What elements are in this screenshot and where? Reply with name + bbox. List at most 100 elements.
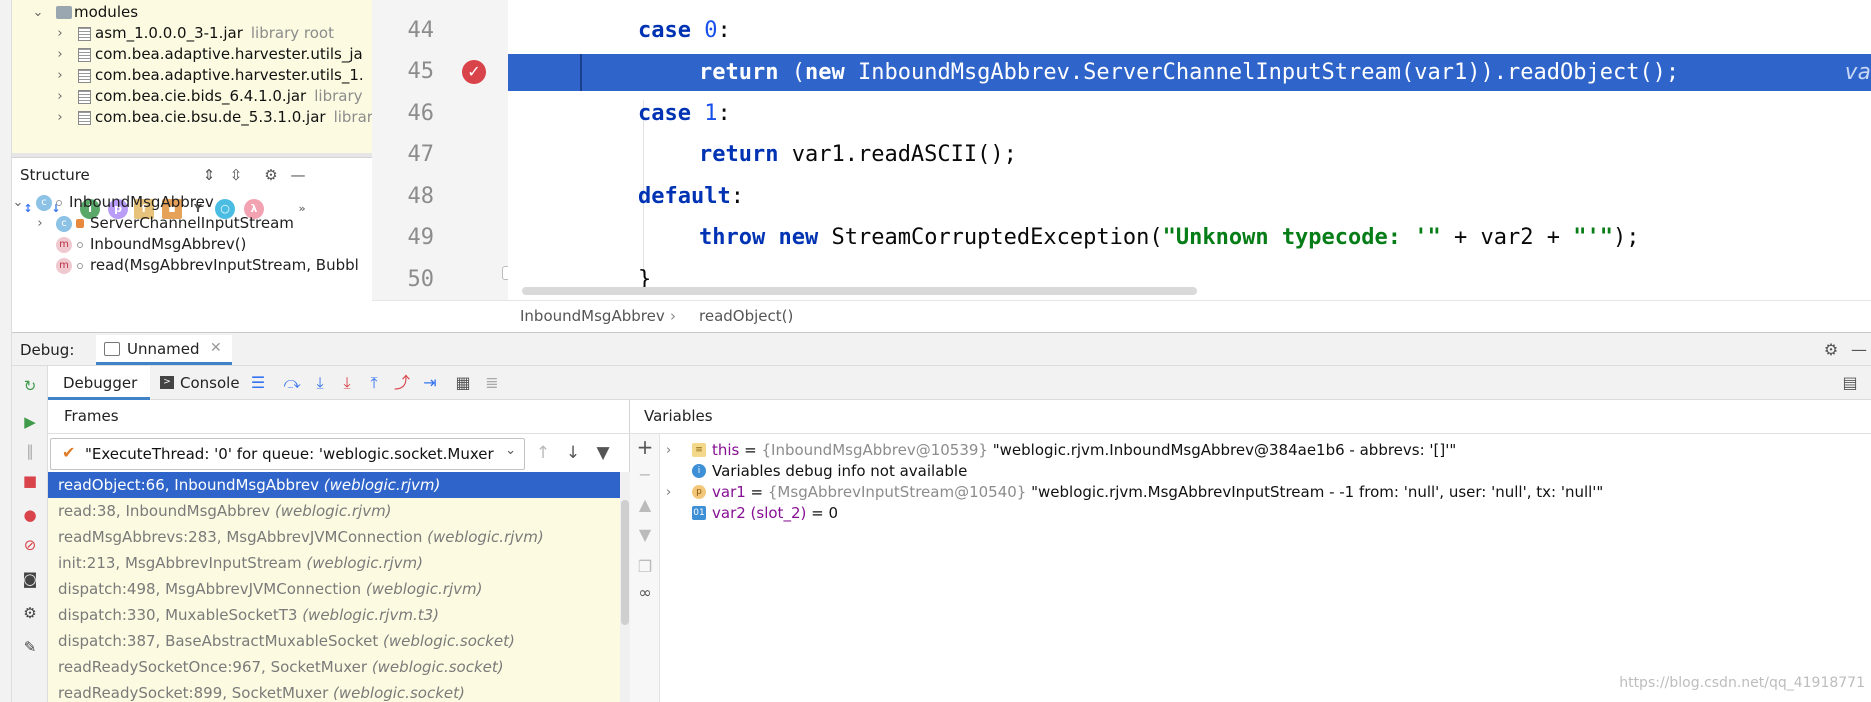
structure-title: Structure	[20, 166, 90, 184]
frame-item[interactable]: init:213, MsgAbbrevInputStream (weblogic…	[48, 550, 620, 576]
line-number: 45	[407, 59, 435, 84]
chevron-down-icon: ⌄	[505, 443, 516, 458]
breadcrumb-method[interactable]: readObject()	[699, 307, 793, 325]
info-icon: i	[692, 464, 706, 478]
frame-item[interactable]: readMsgAbbrevs:283, MsgAbbrevJVMConnecti…	[48, 524, 620, 550]
frame-item[interactable]: dispatch:387, BaseAbstractMuxableSocket …	[48, 628, 620, 654]
view-breakpoints-icon[interactable]: ●	[21, 506, 39, 524]
parameter-icon: p	[692, 485, 706, 499]
session-icon	[104, 342, 120, 356]
chevron-right-icon[interactable]: ›	[54, 105, 66, 130]
frame-item[interactable]: dispatch:330, MuxableSocketT3 (weblogic.…	[48, 602, 620, 628]
frame-item[interactable]: readObject:66, InboundMsgAbbrev (weblogi…	[48, 472, 620, 498]
frame-item[interactable]: dispatch:498, MsgAbbrevJVMConnection (we…	[48, 576, 620, 602]
chevron-right-icon[interactable]: ›	[666, 438, 678, 463]
editor-horizontal-scrollbar[interactable]	[522, 287, 1197, 295]
library-root-hint: library root	[250, 24, 334, 42]
scrollbar-thumb[interactable]	[621, 500, 629, 625]
frame-item[interactable]: readReadySocket:899, SocketMuxer (weblog…	[48, 680, 620, 702]
code-line-44: case 0:	[638, 18, 731, 43]
arrow-up-icon[interactable]: ↑	[532, 442, 554, 464]
breadcrumb-class[interactable]: InboundMsgAbbrev	[520, 307, 665, 325]
debug-label: Debug:	[20, 341, 75, 359]
jar-name: com.bea.adaptive.harvester.utils_1.	[95, 66, 364, 84]
chevron-down-icon[interactable]: ⌄	[12, 190, 24, 215]
editor-gutter[interactable]: 44 45 46 47 48 49 50 ✓	[372, 0, 516, 300]
step-out-icon[interactable]: ⤒	[364, 374, 384, 392]
class-icon: c	[36, 195, 52, 211]
variables-toolbar: + − ▲ ▼ ❐ ∞	[630, 434, 660, 702]
add-watch-icon[interactable]: +	[636, 437, 654, 457]
hide-icon[interactable]: —	[289, 166, 307, 184]
menu-icon[interactable]: ☰	[248, 374, 268, 392]
chevron-right-icon[interactable]: ›	[34, 211, 46, 236]
stop-icon[interactable]: ■	[21, 472, 39, 490]
settings-icon[interactable]: ⚙	[21, 604, 39, 622]
move-up-icon[interactable]: ▲	[636, 496, 654, 514]
trace-icon[interactable]: ≣	[482, 374, 502, 392]
show-watches-icon[interactable]: ∞	[636, 584, 654, 602]
pause-icon[interactable]: ‖	[21, 442, 39, 460]
structure-tree: ⌄ c InboundMsgAbbrev › c ServerChannelIn…	[12, 190, 372, 276]
chevron-right-icon[interactable]: ›	[666, 480, 678, 505]
code-editor[interactable]: case 0: return (new InboundMsgAbbrev.Ser…	[508, 0, 1871, 300]
line-number: 50	[407, 267, 435, 292]
project-tree: ⌄ modules › asm_1.0.0.0_3-1.jar library r…	[12, 0, 372, 153]
pin-icon[interactable]: ✎	[21, 638, 39, 656]
drop-frame-icon[interactable]: ⤴	[392, 374, 412, 392]
library-root-hint: librar	[333, 108, 372, 126]
code-line-45: return (new InboundMsgAbbrev.ServerChann…	[699, 60, 1680, 85]
arrow-down-icon[interactable]: ↓	[562, 442, 584, 464]
frames-panel: Frames ✔ "ExecuteThread: '0' for queue: …	[48, 400, 630, 702]
filter-icon[interactable]: ▼	[592, 442, 614, 464]
variables-panel: Variables + − ▲ ▼ ❐ ∞ › ≡ this = {Inboun…	[630, 400, 1871, 702]
method-icon: m	[56, 237, 72, 253]
rerun-icon[interactable]: ↻	[21, 377, 39, 395]
lock-icon	[76, 219, 84, 228]
frames-scrollbar[interactable]	[620, 472, 630, 702]
thread-select[interactable]: ✔ "ExecuteThread: '0' for queue: 'weblog…	[50, 438, 525, 470]
visibility-icon	[77, 242, 83, 248]
variables-title: Variables	[644, 407, 713, 425]
show-execution-point-icon[interactable]: ⤼	[282, 374, 302, 392]
expand-all-icon[interactable]: ⇕	[200, 166, 218, 184]
close-icon[interactable]: ✕	[210, 340, 222, 356]
jar-name: com.bea.cie.bids_6.4.1.0.jar	[95, 87, 307, 105]
line-number: 47	[407, 142, 435, 167]
tab-debugger[interactable]: Debugger	[48, 366, 150, 400]
resume-icon[interactable]: ▶	[21, 413, 39, 431]
jar-name: com.bea.cie.bsu.de_5.3.1.0.jar	[95, 108, 326, 126]
remove-icon[interactable]: −	[636, 466, 654, 484]
force-step-into-icon[interactable]: ⤓	[337, 374, 357, 392]
structure-header: Structure ⇕ ⇳ ⚙ —	[12, 158, 372, 192]
run-to-cursor-icon[interactable]: ⇥	[420, 374, 440, 392]
copy-icon[interactable]: ❐	[636, 558, 654, 576]
gear-icon[interactable]: ⚙	[262, 166, 280, 184]
hide-icon[interactable]: —	[1850, 341, 1868, 359]
breakpoint-icon[interactable]: ✓	[462, 60, 486, 84]
gear-icon[interactable]: ⚙	[1822, 341, 1840, 359]
jar-name: com.bea.adaptive.harvester.utils_ja	[95, 45, 363, 63]
move-down-icon[interactable]: ▼	[636, 526, 654, 544]
layout-icon[interactable]: ▤	[1840, 374, 1860, 392]
chevron-down-icon[interactable]: ⌄	[32, 0, 44, 25]
method-icon: m	[56, 258, 72, 274]
session-tab[interactable]: Unnamed ✕	[96, 335, 232, 365]
line-number: 49	[407, 225, 435, 250]
camera-icon[interactable]: ◙	[21, 570, 39, 588]
evaluate-expression-icon[interactable]: ▦	[453, 374, 473, 392]
watermark: https://blog.csdn.net/qq_41918771	[1619, 675, 1865, 691]
debug-left-toolbar: ↻ ▶ ‖ ■ ● ⊘ ◙ ⚙ ✎	[12, 366, 48, 702]
collapse-all-icon[interactable]: ⇳	[227, 166, 245, 184]
code-line-48: default:	[638, 184, 744, 209]
session-name: Unnamed	[127, 340, 200, 358]
frame-list: readObject:66, InboundMsgAbbrev (weblogi…	[48, 472, 620, 702]
tab-console-label: Console	[180, 374, 240, 392]
frame-item[interactable]: readReadySocketOnce:967, SocketMuxer (we…	[48, 654, 620, 680]
left-tool-stripe	[0, 0, 12, 702]
mute-breakpoints-icon[interactable]: ⊘	[21, 536, 39, 554]
line-number: 46	[407, 101, 435, 126]
console-icon: >	[160, 376, 174, 389]
step-over-icon[interactable]: ⤓	[310, 374, 330, 392]
frame-item[interactable]: read:38, InboundMsgAbbrev (weblogic.rjvm…	[48, 498, 620, 524]
